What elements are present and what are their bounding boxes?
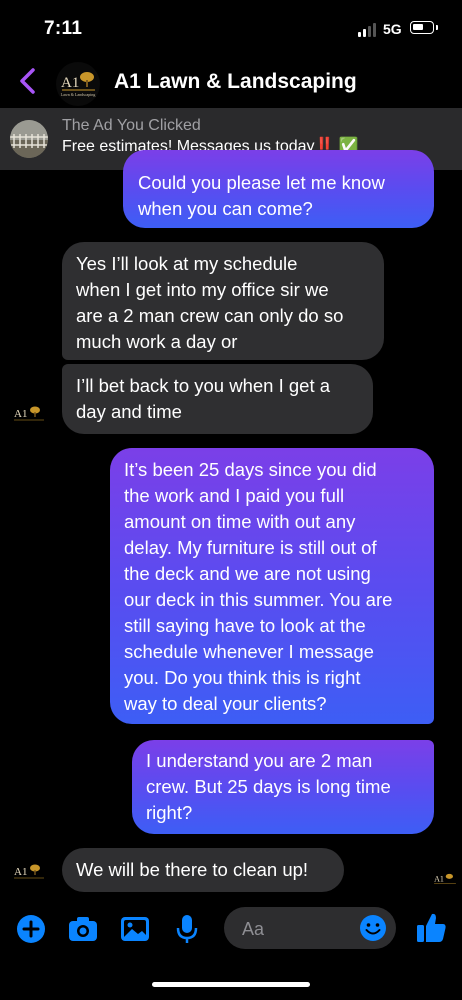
svg-text:A1: A1 [14, 866, 27, 878]
ad-thumbnail [10, 120, 48, 158]
message-input-field[interactable] [224, 907, 396, 951]
message-line: delay. My furniture is still out of [124, 537, 377, 558]
read-receipt-avatar-icon: A1 [434, 873, 456, 884]
message-line: amount on time with out any [124, 511, 356, 532]
status-bar: 7:11 5G [0, 0, 462, 60]
svg-text:A1: A1 [61, 75, 79, 91]
microphone-icon[interactable] [170, 912, 204, 946]
message-bubble-outgoing[interactable]: It’s been 25 days since you did the work… [110, 448, 434, 724]
ad-label: The Ad You Clicked [62, 117, 201, 134]
battery-icon [410, 21, 438, 34]
camera-icon[interactable] [66, 912, 100, 946]
message-line: We will be there to clean up! [76, 859, 309, 880]
message-line: I’ll bet back to you when I get a [76, 375, 331, 396]
message-line: our deck in this summer. You are [124, 589, 393, 610]
sender-avatar-icon: A1 [14, 864, 44, 879]
plus-circle-icon[interactable] [14, 912, 48, 946]
sender-avatar-icon: A1 [14, 406, 44, 421]
message-line: day and time [76, 401, 182, 422]
thumbs-up-icon[interactable] [414, 910, 448, 946]
message-line: when I get into my office sir we [76, 279, 329, 300]
message-line: It’s been 25 days since you did [124, 459, 377, 480]
svg-text:A1: A1 [14, 408, 27, 420]
signal-icon [358, 23, 376, 37]
message-bubble-incoming[interactable]: We will be there to clean up! [62, 848, 344, 892]
message-line: Could you please let me know [138, 172, 385, 193]
message-line: right? [146, 802, 193, 823]
conversation-header: A1 Lawn & Landscaping A1 Lawn & Landscap… [0, 58, 462, 108]
a1-logo-icon: A1 Lawn & Landscaping [61, 72, 96, 97]
message-line: much work a day or [76, 331, 238, 352]
emoji-icon[interactable] [358, 913, 388, 943]
message-line: when you can come? [138, 198, 313, 219]
svg-text:Lawn & Landscaping: Lawn & Landscaping [61, 92, 96, 97]
svg-text:A1: A1 [434, 874, 444, 883]
message-line: still saying have to look at the [124, 615, 366, 636]
message-bubble-outgoing[interactable]: Could you please let me know when you ca… [123, 150, 434, 228]
message-line: way to deal your clients? [124, 693, 327, 714]
home-indicator [152, 982, 310, 987]
message-line: schedule whenever I message [124, 641, 374, 662]
page-title[interactable]: A1 Lawn & Landscaping [114, 70, 357, 94]
message-bubble-outgoing[interactable]: I understand you are 2 man crew. But 25 … [132, 740, 434, 834]
status-time: 7:11 [44, 18, 83, 39]
message-input[interactable] [240, 907, 354, 951]
message-bubble-incoming[interactable]: Yes I’ll look at my schedule when I get … [62, 242, 384, 360]
message-line: you. Do you think this is right [124, 667, 361, 688]
avatar[interactable]: A1 Lawn & Landscaping [56, 62, 100, 106]
message-line: Yes I’ll look at my schedule [76, 253, 298, 274]
message-line: are a 2 man crew can only do so [76, 305, 344, 326]
message-bubble-incoming[interactable]: I’ll bet back to you when I get a day an… [62, 364, 373, 434]
photo-icon[interactable] [118, 912, 152, 946]
message-line: the work and I paid you full [124, 485, 345, 506]
message-line: the deck and we are not using [124, 563, 371, 584]
chevron-left-icon[interactable] [14, 64, 42, 98]
message-line: crew. But 25 days is long time [146, 776, 391, 797]
network-label: 5G [383, 21, 402, 37]
message-line: I understand you are 2 man [146, 750, 373, 771]
